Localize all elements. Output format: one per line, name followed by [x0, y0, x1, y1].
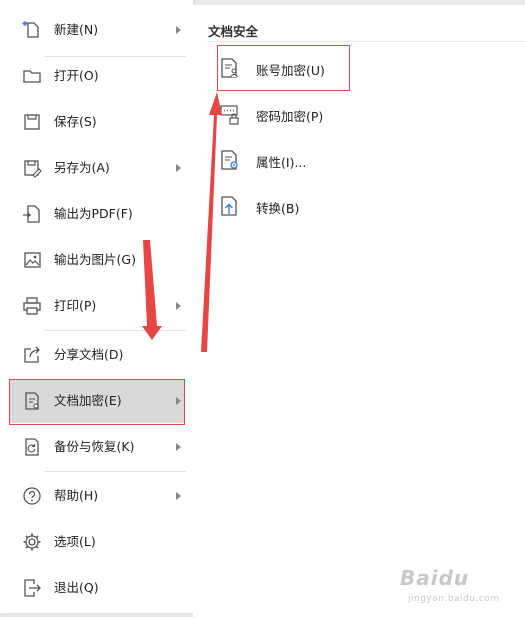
submenu-title: 文档安全 — [208, 24, 259, 39]
backup-restore-icon — [25, 438, 39, 456]
menu-item-share[interactable]: 分享文档(D) — [10, 333, 185, 377]
exit-icon — [24, 579, 41, 597]
annotation-highlight-box — [9, 379, 185, 425]
watermark-site: jingyan.baidu.com — [408, 594, 500, 604]
submenu-item-convert[interactable]: 转换(B) — [219, 188, 419, 222]
menu-item-open[interactable]: 打开(O) — [10, 54, 185, 98]
menu-item-label: 选项(L) — [54, 534, 96, 549]
submenu-item-password-encrypt[interactable]: 密码加密(P) — [219, 96, 419, 130]
password-lock-icon — [220, 105, 239, 125]
menu-item-label: 输出为图片(G) — [54, 252, 136, 267]
menu-item-label: 打印(P) — [54, 298, 97, 313]
menu-item-label: 另存为(A) — [54, 160, 110, 175]
convert-icon — [221, 196, 237, 216]
file-menu: 新建(N) 打开(O) 保存(S) 另存为(A) 输出为PDF(F) 输出为图片… — [0, 0, 193, 613]
document-security-submenu: 文档安全 账号加密(U) 密码加密(P) 属性(I)... 转换(B) — [193, 5, 525, 617]
menu-item-label: 分享文档(D) — [54, 347, 124, 362]
save-as-icon — [24, 160, 42, 178]
menu-item-save[interactable]: 保存(S) — [10, 100, 185, 144]
submenu-item-properties[interactable]: 属性(I)... — [219, 142, 419, 176]
menu-item-label: 输出为PDF(F) — [54, 206, 133, 221]
annotation-highlight-box — [217, 45, 350, 91]
submenu-item-label: 属性(I)... — [256, 155, 307, 170]
properties-icon — [221, 150, 238, 170]
chevron-right-icon — [176, 492, 181, 500]
menu-item-print[interactable]: 打印(P) — [10, 284, 185, 328]
watermark-brand: Baidu — [400, 566, 470, 590]
menu-item-exit[interactable]: 退出(Q) — [10, 566, 185, 610]
chevron-right-icon — [176, 443, 181, 451]
menu-item-export-pdf[interactable]: 输出为PDF(F) — [10, 192, 185, 236]
menu-item-new[interactable]: 新建(N) — [10, 8, 185, 52]
menu-item-label: 备份与恢复(K) — [54, 439, 135, 454]
export-pdf-icon — [23, 205, 40, 223]
menu-item-save-as[interactable]: 另存为(A) — [10, 146, 185, 190]
chevron-right-icon — [176, 26, 181, 34]
save-icon — [24, 114, 40, 130]
baidu-watermark: Baidu jingyan.baidu.com — [400, 566, 520, 608]
chevron-right-icon — [176, 164, 181, 172]
divider — [208, 41, 525, 42]
menu-item-label: 打开(O) — [54, 68, 99, 83]
menu-item-label: 新建(N) — [54, 22, 99, 37]
menu-item-help[interactable]: 帮助(H) — [10, 474, 185, 518]
export-image-icon — [24, 252, 41, 268]
menu-item-label: 保存(S) — [54, 114, 97, 129]
menu-item-label: 帮助(H) — [54, 488, 99, 503]
folder-open-icon — [23, 70, 41, 83]
menu-item-backup-restore[interactable]: 备份与恢复(K) — [10, 425, 185, 469]
help-icon — [23, 487, 41, 505]
new-file-icon — [22, 21, 39, 38]
share-icon — [24, 346, 40, 363]
settings-gear-icon — [23, 533, 41, 551]
divider — [44, 330, 186, 331]
menu-item-options[interactable]: 选项(L) — [10, 520, 185, 564]
menu-item-export-image[interactable]: 输出为图片(G) — [10, 238, 185, 282]
divider — [44, 471, 186, 472]
menu-item-label: 退出(Q) — [54, 580, 99, 595]
chevron-right-icon — [176, 302, 181, 310]
submenu-item-label: 密码加密(P) — [256, 109, 324, 124]
submenu-item-label: 转换(B) — [256, 201, 300, 216]
printer-icon — [23, 297, 41, 315]
